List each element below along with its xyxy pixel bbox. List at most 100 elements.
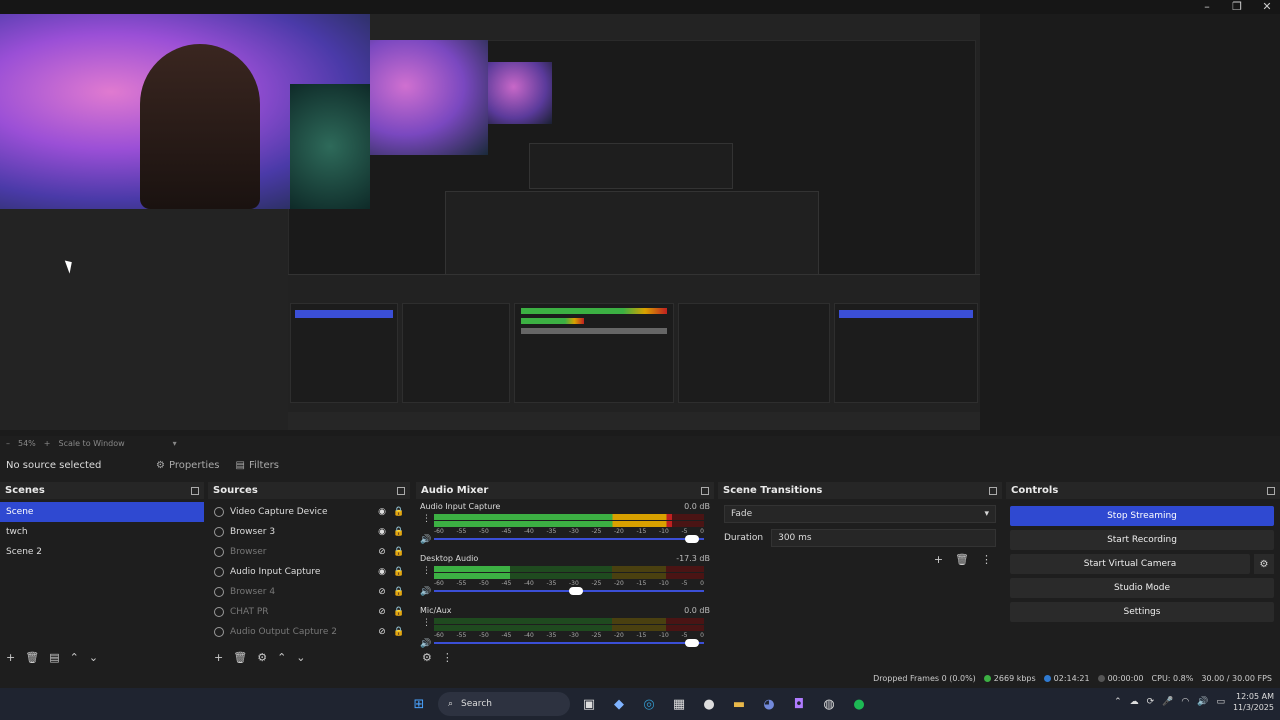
volume-slider[interactable] [434, 587, 704, 595]
eye-off-icon[interactable]: ⊘ [376, 547, 388, 557]
globe-icon [214, 607, 224, 617]
undock-icon[interactable] [397, 486, 405, 495]
studio-mode-button[interactable]: Studio Mode [1010, 578, 1274, 598]
channel-db: -17.3 dB [676, 554, 710, 563]
undock-icon[interactable] [1267, 486, 1275, 495]
trash-icon[interactable]: 🗑 [955, 553, 969, 566]
kebab-menu-icon[interactable]: ⋮ [422, 514, 431, 524]
add-icon[interactable]: + [6, 651, 15, 664]
kebab-menu-icon[interactable]: ⋮ [442, 651, 453, 664]
gear-icon[interactable]: ⚙ [257, 651, 267, 664]
twitch-icon[interactable]: ◘ [788, 693, 810, 715]
scene-item[interactable]: Scene [0, 502, 204, 522]
eye-icon[interactable]: ◉ [376, 567, 388, 577]
speaker-icon[interactable]: 🔊 [420, 587, 431, 597]
volume-slider-knob[interactable] [684, 535, 699, 543]
gear-icon[interactable]: ⚙ [1254, 554, 1274, 574]
speaker-icon[interactable]: 🔊 [420, 535, 431, 545]
chevron-up-icon[interactable]: ⌃ [277, 651, 286, 664]
source-item[interactable]: Audio Output Capture 2 ⊘ 🔒 [208, 622, 410, 642]
wifi-icon[interactable]: ◠ [1181, 697, 1189, 707]
eye-off-icon[interactable]: ⊘ [376, 587, 388, 597]
gear-icon[interactable]: ⚙ [422, 651, 432, 664]
discord-icon[interactable]: ◕ [758, 693, 780, 715]
chevron-down-icon[interactable]: ⌄ [89, 651, 98, 664]
eye-off-icon[interactable]: ⊘ [376, 627, 388, 637]
chevron-up-icon[interactable]: ⌃ [70, 651, 79, 664]
volume-slider[interactable] [434, 535, 704, 543]
start-virtual-camera-button[interactable]: Start Virtual Camera [1010, 554, 1250, 574]
eye-off-icon[interactable]: ⊘ [376, 607, 388, 617]
preview-area[interactable] [0, 14, 1280, 436]
close-icon[interactable]: ✕ [1260, 0, 1274, 14]
copilot-icon[interactable]: ◆ [608, 693, 630, 715]
lock-icon[interactable]: 🔒 [393, 527, 405, 537]
zoom-out-icon[interactable]: – [6, 439, 10, 448]
filter-icon[interactable]: ▤ [49, 651, 59, 664]
source-item[interactable]: Browser ⊘ 🔒 [208, 542, 410, 562]
volume-slider[interactable] [434, 639, 704, 647]
scale-tick: -10 [659, 580, 669, 587]
lock-icon[interactable]: 🔒 [393, 607, 405, 617]
chevron-down-icon[interactable]: ▾ [173, 439, 177, 448]
start-recording-button[interactable]: Start Recording [1010, 530, 1274, 550]
lock-icon[interactable]: 🔒 [393, 587, 405, 597]
maximize-icon[interactable]: ❐ [1230, 0, 1244, 14]
file-explorer-icon[interactable]: ▬ [728, 693, 750, 715]
filters-button[interactable]: ▤ Filters [228, 458, 287, 473]
trash-icon[interactable]: 🗑 [233, 651, 247, 664]
source-item[interactable]: Browser 4 ⊘ 🔒 [208, 582, 410, 602]
kebab-menu-icon[interactable]: ⋮ [422, 566, 431, 576]
scale-tick: -35 [546, 580, 557, 587]
zoom-in-icon[interactable]: + [44, 439, 51, 448]
chevron-up-icon[interactable]: ⌃ [1114, 697, 1122, 707]
source-label: Browser [230, 547, 267, 557]
task-view-icon[interactable]: ▣ [578, 693, 600, 715]
lock-icon[interactable]: 🔒 [393, 567, 405, 577]
taskbar-search[interactable]: ⌕ Search [438, 692, 570, 716]
properties-button[interactable]: ⚙ Properties [148, 458, 228, 473]
spotify-icon[interactable]: ● [848, 693, 870, 715]
store-icon[interactable]: ▦ [668, 693, 690, 715]
zoom-mode-select[interactable]: Scale to Window [58, 439, 124, 448]
edge-browser-icon[interactable]: ◎ [638, 693, 660, 715]
stop-streaming-button[interactable]: Stop Streaming [1010, 506, 1274, 526]
source-item[interactable]: CHAT PR ⊘ 🔒 [208, 602, 410, 622]
microphone-icon[interactable]: 🎤 [1162, 697, 1173, 707]
lock-icon[interactable]: 🔒 [393, 547, 405, 557]
eye-icon[interactable]: ◉ [376, 507, 388, 517]
undock-icon[interactable] [989, 486, 997, 495]
mixer-toolbar: ⚙ ⋮ [416, 646, 714, 668]
battery-icon[interactable]: ▭ [1216, 697, 1225, 707]
settings-button[interactable]: Settings [1010, 602, 1274, 622]
scene-item[interactable]: Scene 2 [0, 542, 204, 562]
chevron-down-icon[interactable]: ⌄ [296, 651, 305, 664]
program-canvas[interactable] [0, 14, 980, 430]
cloud-icon[interactable]: ☁ [1130, 697, 1139, 707]
source-item[interactable]: Video Capture Device ◉ 🔒 [208, 502, 410, 522]
minimize-icon[interactable]: – [1200, 0, 1214, 14]
trash-icon[interactable]: 🗑 [25, 651, 39, 664]
kebab-menu-icon[interactable]: ⋮ [422, 618, 431, 628]
undock-icon[interactable] [191, 486, 199, 495]
obs-icon[interactable]: ◍ [818, 693, 840, 715]
sync-icon[interactable]: ⟳ [1147, 697, 1155, 707]
add-icon[interactable]: + [934, 553, 943, 566]
transition-select[interactable]: Fade ▾ [724, 505, 996, 523]
pin-icon[interactable]: ● [698, 693, 720, 715]
add-icon[interactable]: + [214, 651, 223, 664]
lock-icon[interactable]: 🔒 [393, 627, 405, 637]
clock[interactable]: 12:05 AM 11/3/2025 [1233, 691, 1274, 713]
volume-slider-knob[interactable] [568, 587, 583, 595]
windows-start-icon[interactable]: ⊞ [408, 693, 430, 715]
source-item[interactable]: Audio Input Capture ◉ 🔒 [208, 562, 410, 582]
undock-icon[interactable] [701, 486, 709, 495]
volume-icon[interactable]: 🔊 [1197, 697, 1208, 707]
eye-icon[interactable]: ◉ [376, 527, 388, 537]
source-item[interactable]: Browser 3 ◉ 🔒 [208, 522, 410, 542]
kebab-menu-icon[interactable]: ⋮ [981, 553, 992, 566]
lock-icon[interactable]: 🔒 [393, 507, 405, 517]
duration-input[interactable]: 300 ms [771, 529, 996, 547]
scene-item[interactable]: twch [0, 522, 204, 542]
globe-icon [214, 547, 224, 557]
